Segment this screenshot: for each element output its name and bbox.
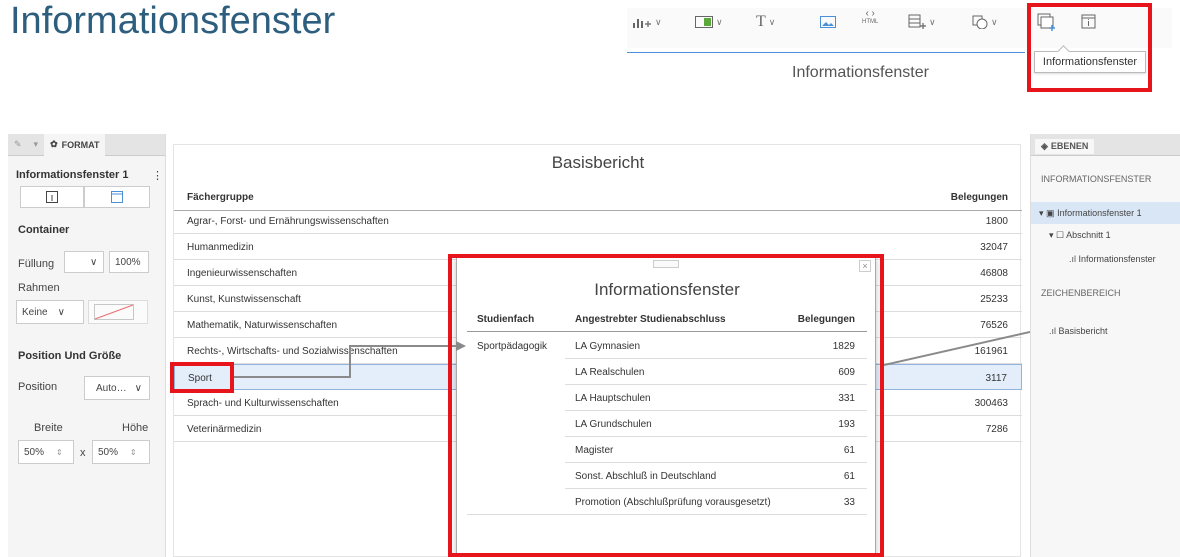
info-window-icon: ▣ [1046, 208, 1055, 218]
chevron-down-icon: ▾ [1049, 230, 1054, 240]
tree-item-info-window[interactable]: ▾ ▣ Informationsfenster 1 [1039, 208, 1142, 219]
tree-item-label: Basisbericht [1058, 326, 1108, 336]
tree-item-label: Informationsfenster 1 [1057, 208, 1142, 218]
chevron-down-icon: ▾ [1039, 208, 1044, 218]
layers-panel: ◈ EBENEN INFORMATIONSFENSTER ▾ ▣ Informat… [1030, 134, 1180, 557]
tree-item-section[interactable]: ▾ ☐ Abschnitt 1 [1049, 230, 1111, 241]
chart-icon: .ıl [1049, 326, 1057, 336]
tree-item-label: Informationsfenster [1078, 254, 1156, 264]
section-info-heading: INFORMATIONSFENSTER [1041, 174, 1152, 184]
layers-icon: ◈ [1041, 141, 1048, 151]
chart-icon: .ıl [1069, 254, 1077, 264]
tree-item-label: Abschnitt 1 [1066, 230, 1111, 240]
tree-item-report[interactable]: .ıl Basisbericht [1049, 326, 1108, 336]
tab-layers[interactable]: ◈ EBENEN [1035, 139, 1095, 154]
tab-layers-label: EBENEN [1050, 141, 1089, 151]
tree-item-chart[interactable]: .ıl Informationsfenster [1069, 254, 1156, 264]
section-icon: ☐ [1056, 230, 1065, 240]
annotation-arrows [234, 297, 1180, 378]
section-canvas-heading: ZEICHENBEREICH [1041, 288, 1121, 298]
